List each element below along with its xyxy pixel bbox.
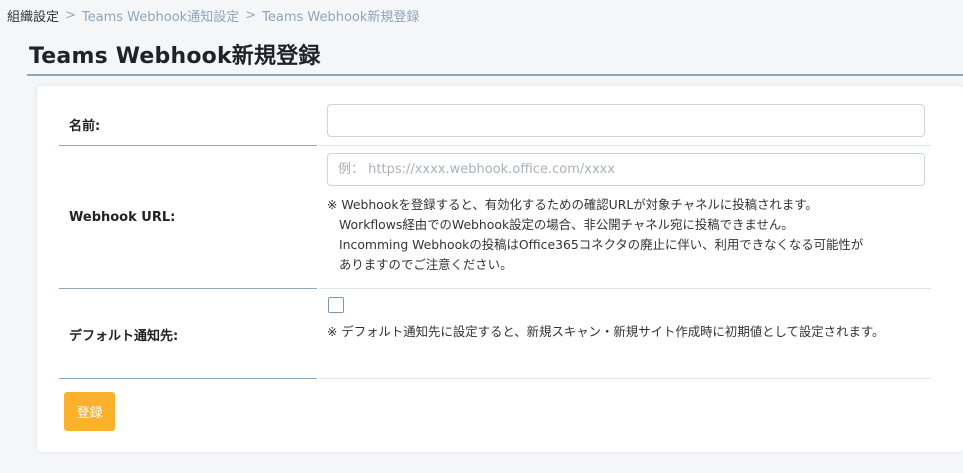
row-divider <box>319 288 931 289</box>
breadcrumb-item-teams-webhook-settings[interactable]: Teams Webhook通知設定 <box>82 6 239 25</box>
breadcrumb-item-teams-webhook-new[interactable]: Teams Webhook新規登録 <box>262 6 419 25</box>
submit-button[interactable]: 登録 <box>64 392 115 431</box>
default-notify-note: ※ デフォルト通知先に設定すると、新規スキャン・新規サイト作成時に初期値として設… <box>327 324 885 339</box>
row-divider <box>319 145 931 146</box>
webhook-url-note-line: ありますのでご注意ください。 <box>339 257 513 272</box>
name-label: 名前: <box>59 104 317 146</box>
name-input[interactable] <box>327 104 925 137</box>
webhook-url-note: ※ Webhookを登録すると、有効化するための確認URLが対象チャネルに投稿さ… <box>327 195 927 275</box>
breadcrumb: 組織設定 > Teams Webhook通知設定 > Teams Webhook… <box>7 5 419 25</box>
webhook-url-label: Webhook URL: <box>59 147 317 289</box>
webhook-form-card: 名前: Webhook URL: ※ Webhookを登録すると、有効化するため… <box>37 86 963 452</box>
webhook-url-input[interactable] <box>327 153 925 186</box>
chevron-right-icon: > <box>65 7 76 23</box>
page-header: Teams Webhook新規登録 <box>27 28 963 76</box>
row-divider <box>319 378 931 379</box>
webhook-url-note-line: Workflows経由でのWebhook設定の場合、非公開チャネル宛に投稿できま… <box>339 217 794 232</box>
webhook-url-note-line: Incomming Webhookの投稿はOffice365コネクタの廃止に伴い… <box>339 237 864 252</box>
chevron-right-icon: > <box>245 7 257 23</box>
webhook-url-note-line: ※ Webhookを登録すると、有効化するための確認URLが対象チャネルに投稿さ… <box>327 197 818 212</box>
page-title: Teams Webhook新規登録 <box>29 44 321 69</box>
default-notify-checkbox[interactable] <box>328 297 344 313</box>
breadcrumb-item-org-settings[interactable]: 組織設定 <box>7 6 59 25</box>
default-notify-label: デフォルト通知先: <box>59 290 317 379</box>
